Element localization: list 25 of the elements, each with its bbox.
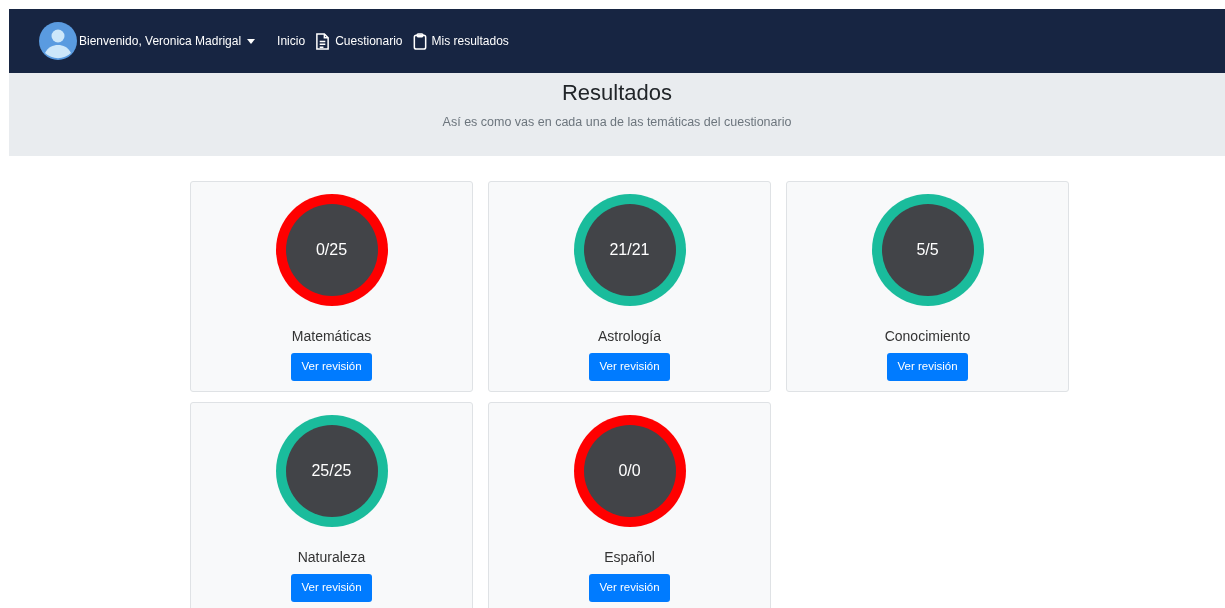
review-button[interactable]: Ver revisión (291, 353, 372, 381)
review-button[interactable]: Ver revisión (291, 574, 372, 602)
nav-link[interactable]: Cuestionario (315, 32, 403, 50)
document-icon (315, 32, 331, 50)
caret-icon (247, 38, 256, 44)
topic-name: Naturaleza (297, 548, 366, 567)
topic-name: Astrología (597, 327, 661, 346)
page-subtitle: Así es como vas en cada una de las temáticas del cuestionario (442, 114, 792, 131)
nav-link[interactable]: Inicio (277, 32, 306, 50)
avatar-icon (39, 22, 77, 60)
score-text: 25/25 (311, 461, 352, 481)
user-menu[interactable]: Bienvenido, Veronica Madrigal (79, 32, 256, 50)
review-button[interactable]: Ver revisión (887, 353, 968, 381)
clipboard-icon (412, 32, 427, 50)
topic-name: Español (604, 548, 655, 567)
page-title: Resultados (561, 79, 673, 107)
score-text: 0/0 (618, 461, 641, 481)
score-text: 0/25 (315, 240, 348, 260)
topic-name: Conocimiento (884, 327, 971, 346)
score-text: 21/21 (609, 240, 650, 260)
review-button[interactable]: Ver revisión (589, 353, 670, 381)
topic-name: Matemáticas (291, 327, 372, 346)
review-button[interactable]: Ver revisión (589, 574, 670, 602)
nav-link[interactable]: Mis resultados (412, 32, 509, 50)
score-text: 5/5 (916, 240, 939, 260)
